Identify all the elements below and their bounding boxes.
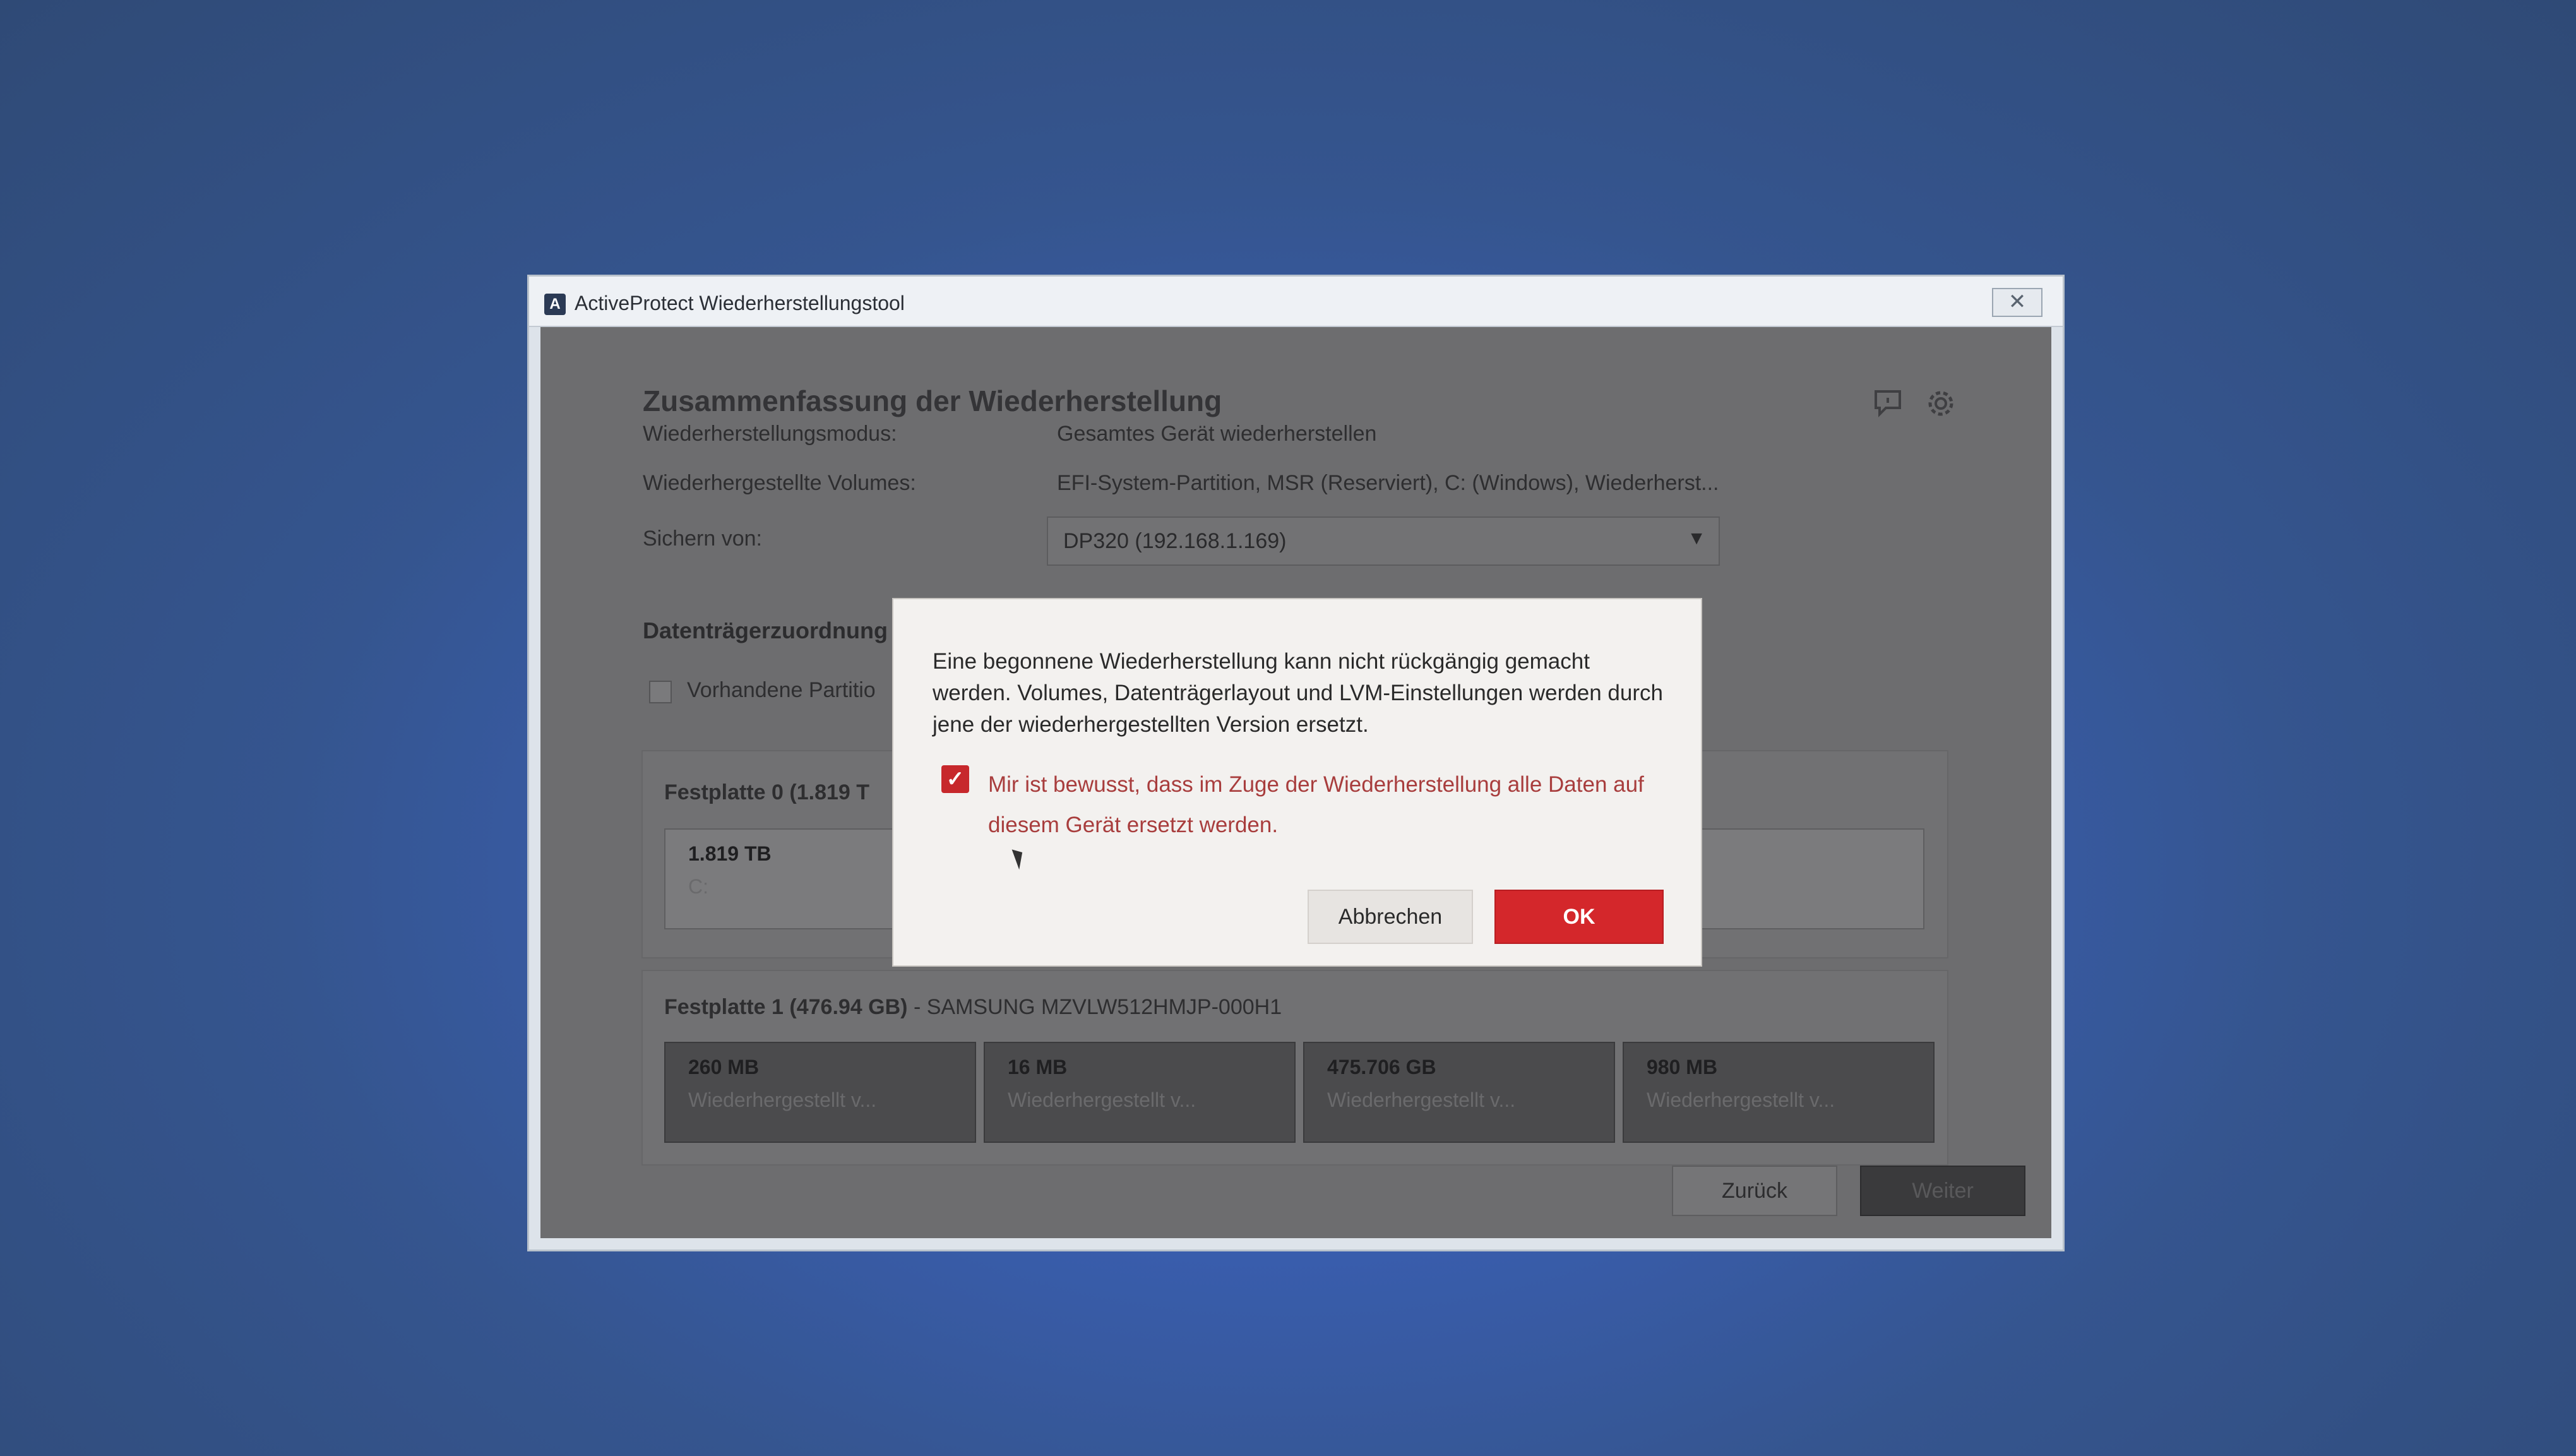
- disk-1-partition-2[interactable]: 16 MB Wiederhergestellt v...: [984, 1042, 1296, 1143]
- title-bar: A ActiveProtect Wiederherstellungstool ✕: [529, 277, 2063, 327]
- disk-1-name: Festplatte 1 (476.94 GB): [664, 995, 908, 1019]
- partition-size: 1.819 TB: [688, 842, 772, 865]
- restored-volumes-value: EFI-System-Partition, MSR (Reserviert), …: [1057, 471, 1719, 495]
- acknowledge-checkbox[interactable]: ✓: [941, 765, 969, 793]
- feedback-icon[interactable]: [1870, 388, 1905, 423]
- disk-0-title: Festplatte 0 (1.819 T: [664, 780, 870, 804]
- partition-label: Wiederhergestellt v...: [1008, 1089, 1196, 1111]
- backup-source-select[interactable]: DP320 (192.168.1.169) ▼: [1047, 516, 1720, 566]
- existing-partitions-label: Vorhandene Partitio: [687, 678, 876, 702]
- restore-mode-label: Wiederherstellungsmodus:: [643, 422, 897, 446]
- partition-label: Wiederhergestellt v...: [688, 1089, 877, 1111]
- disk-1-panel: Festplatte 1 (476.94 GB) - SAMSUNG MZVLW…: [641, 970, 1948, 1166]
- backup-source-value: DP320 (192.168.1.169): [1063, 529, 1287, 553]
- restored-volumes-label: Wiederhergestellte Volumes:: [643, 471, 916, 495]
- partition-size: 16 MB: [1008, 1056, 1068, 1078]
- disk-1-model: - SAMSUNG MZVLW512HMJP-000H1: [913, 995, 1282, 1019]
- gear-icon[interactable]: [1923, 388, 1959, 423]
- partition-label: Wiederhergestellt v...: [1647, 1089, 1835, 1111]
- chevron-down-icon: ▼: [1687, 528, 1706, 549]
- partition-size: 980 MB: [1647, 1056, 1718, 1078]
- partition-label: Wiederhergestellt v...: [1327, 1089, 1516, 1111]
- partition-size: 475.706 GB: [1327, 1056, 1436, 1078]
- backup-from-label: Sichern von:: [643, 527, 762, 551]
- disk-1-partition-1[interactable]: 260 MB Wiederhergestellt v...: [664, 1042, 976, 1143]
- partition-label: C:: [688, 875, 708, 898]
- back-button[interactable]: Zurück: [1672, 1166, 1837, 1216]
- disk-1-partition-4[interactable]: 980 MB Wiederhergestellt v...: [1623, 1042, 1935, 1143]
- disk-1-partition-3[interactable]: 475.706 GB Wiederhergestellt v...: [1303, 1042, 1615, 1143]
- existing-partitions-checkbox[interactable]: [649, 681, 672, 703]
- partition-size: 260 MB: [688, 1056, 760, 1078]
- dialog-message: Eine begonnene Wiederherstellung kann ni…: [933, 649, 1663, 737]
- cancel-button[interactable]: Abbrechen: [1308, 890, 1473, 944]
- page-title: Zusammenfassung der Wiederherstellung: [643, 385, 1222, 417]
- app-logo-icon: A: [544, 294, 566, 315]
- close-button[interactable]: ✕: [1992, 288, 2042, 317]
- window-title: ActiveProtect Wiederherstellungstool: [575, 292, 905, 314]
- restore-mode-value: Gesamtes Gerät wiederherstellen: [1057, 422, 1377, 446]
- next-button[interactable]: Weiter: [1860, 1166, 2025, 1216]
- acknowledge-label[interactable]: Mir ist bewusst, dass im Zuge der Wieder…: [988, 765, 1657, 845]
- ok-button[interactable]: OK: [1494, 890, 1664, 944]
- disk-1-title: Festplatte 1 (476.94 GB) - SAMSUNG MZVLW…: [664, 995, 1282, 1020]
- confirm-dialog: Eine begonnene Wiederherstellung kann ni…: [892, 598, 1702, 967]
- disk-mapping-title: Datenträgerzuordnung: [643, 618, 888, 643]
